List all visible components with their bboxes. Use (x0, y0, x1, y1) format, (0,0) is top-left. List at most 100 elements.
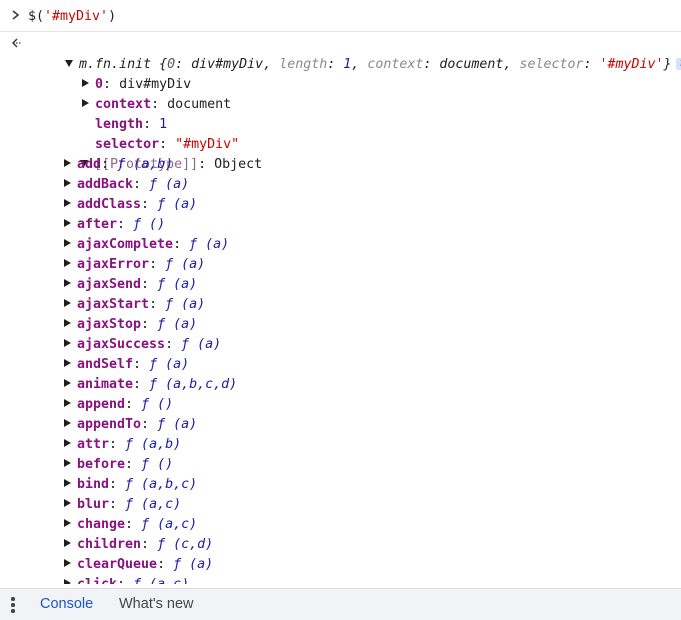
method-name: after (77, 217, 118, 232)
method-row[interactable]: attr: ƒ (a,b) (64, 435, 181, 455)
drawer-tabbar: Console What's new (0, 588, 681, 620)
method-name: ajaxSuccess (77, 337, 166, 352)
expand-right-icon[interactable] (64, 559, 71, 567)
method-row[interactable]: andSelf: ƒ (a) (64, 355, 189, 375)
method-signature: ƒ () (141, 457, 174, 472)
method-signature: ƒ (a) (149, 357, 190, 372)
expand-right-icon[interactable] (64, 179, 71, 187)
method-row[interactable]: appendTo: ƒ (a) (64, 415, 197, 435)
method-row[interactable]: add: ƒ (a,b) (64, 155, 173, 175)
method-row[interactable]: bind: ƒ (a,b,c) (64, 475, 197, 495)
method-row[interactable]: ajaxStart: ƒ (a) (64, 295, 205, 315)
method-name: blur (77, 497, 110, 512)
method-row[interactable]: addBack: ƒ (a) (64, 175, 189, 195)
tab-whats-new[interactable]: What's new (119, 596, 194, 612)
expand-right-icon[interactable] (64, 219, 71, 227)
prop-row-0[interactable]: 0: div#myDiv (50, 55, 191, 92)
method-signature: ƒ (a,b) (125, 437, 182, 452)
method-row[interactable]: click: ƒ (a,c) (64, 575, 189, 584)
expand-right-icon[interactable] (64, 399, 71, 407)
method-signature: ƒ (a,b,c,d) (149, 377, 238, 392)
prop-row-length: length: 1 (95, 117, 168, 132)
info-icon[interactable]: i (675, 58, 681, 70)
method-name: children (77, 537, 142, 552)
expand-right-icon[interactable] (64, 199, 71, 207)
method-signature: ƒ () (133, 217, 166, 232)
method-row[interactable]: ajaxComplete: ƒ (a) (64, 235, 229, 255)
method-row[interactable]: append: ƒ () (64, 395, 173, 415)
method-row[interactable]: children: ƒ (c,d) (64, 535, 213, 555)
method-name: change (77, 517, 126, 532)
expand-right-icon[interactable] (64, 439, 71, 447)
method-row[interactable]: clearQueue: ƒ (a) (64, 555, 213, 575)
method-signature: ƒ (a) (173, 557, 214, 572)
method-row[interactable]: animate: ƒ (a,b,c,d) (64, 375, 237, 395)
method-signature: ƒ (a) (157, 417, 198, 432)
method-name: add (77, 157, 102, 172)
method-name: ajaxStart (77, 297, 150, 312)
method-signature: ƒ (a,b) (117, 157, 174, 172)
expand-right-icon[interactable] (64, 359, 71, 367)
method-signature: ƒ (a) (165, 257, 206, 272)
method-name: append (77, 397, 126, 412)
method-signature: ƒ (a) (181, 337, 222, 352)
method-signature: ƒ (a) (157, 197, 198, 212)
more-options-icon[interactable] (11, 597, 15, 613)
method-name: addClass (77, 197, 142, 212)
method-row[interactable]: addClass: ƒ (a) (64, 195, 197, 215)
method-row[interactable]: ajaxError: ƒ (a) (64, 255, 205, 275)
method-row[interactable]: before: ƒ () (64, 455, 173, 475)
method-name: before (77, 457, 126, 472)
method-name: bind (77, 477, 110, 492)
method-row[interactable]: ajaxSuccess: ƒ (a) (64, 335, 221, 355)
method-row[interactable]: change: ƒ (a,c) (64, 515, 197, 535)
console-command: $('#myDiv') (28, 9, 117, 24)
method-signature: ƒ (a) (189, 237, 230, 252)
expand-right-icon[interactable] (64, 259, 71, 267)
expand-right-icon[interactable] (64, 279, 71, 287)
expand-right-icon[interactable] (64, 419, 71, 427)
method-name: ajaxSend (77, 277, 142, 292)
method-name: addBack (77, 177, 134, 192)
expand-right-icon[interactable] (64, 379, 71, 387)
method-signature: ƒ (a,c) (141, 517, 198, 532)
result-arrow-icon (11, 38, 21, 48)
expand-right-icon[interactable] (64, 579, 71, 584)
method-signature: ƒ (a) (157, 317, 198, 332)
tab-console[interactable]: Console (40, 596, 93, 612)
prop-row-selector: selector: "#myDiv" (95, 137, 240, 152)
expand-right-icon[interactable] (64, 479, 71, 487)
prototype-row[interactable]: [[Prototype]]: Object (48, 135, 262, 172)
expand-right-icon[interactable] (64, 159, 71, 167)
expand-right-icon[interactable] (64, 499, 71, 507)
method-row[interactable]: ajaxStop: ƒ (a) (64, 315, 197, 335)
method-signature: ƒ (a) (157, 277, 198, 292)
method-signature: ƒ (a) (165, 297, 206, 312)
expand-right-icon[interactable] (64, 519, 71, 527)
expand-right-icon[interactable] (64, 239, 71, 247)
expand-right-icon[interactable] (64, 539, 71, 547)
prop-row-context[interactable]: context: document (50, 75, 231, 112)
method-name: ajaxStop (77, 317, 142, 332)
method-name: appendTo (77, 417, 142, 432)
method-signature: ƒ (a) (149, 177, 190, 192)
method-name: ajaxError (77, 257, 150, 272)
method-signature: ƒ (a,c) (133, 577, 189, 584)
method-name: ajaxComplete (77, 237, 174, 252)
expand-right-icon[interactable] (64, 299, 71, 307)
method-row[interactable]: after: ƒ () (64, 215, 165, 235)
method-signature: ƒ (a,c) (125, 497, 182, 512)
console-panel: $('#myDiv') m.fn.init {0: div#myDiv, len… (0, 0, 681, 584)
method-name: click (77, 577, 117, 584)
method-signature: ƒ (a,b,c) (125, 477, 198, 492)
method-name: clearQueue (77, 557, 158, 572)
expand-right-icon[interactable] (64, 339, 71, 347)
chevron-right-icon (12, 10, 20, 20)
result-summary[interactable]: m.fn.init {0: div#myDiv, length: 1, cont… (33, 35, 681, 72)
method-row[interactable]: ajaxSend: ƒ (a) (64, 275, 197, 295)
expand-right-icon[interactable] (64, 459, 71, 467)
console-input-line[interactable]: $('#myDiv') (0, 0, 681, 32)
expand-right-icon[interactable] (64, 319, 71, 327)
method-signature: ƒ () (141, 397, 174, 412)
method-row[interactable]: blur: ƒ (a,c) (64, 495, 181, 515)
